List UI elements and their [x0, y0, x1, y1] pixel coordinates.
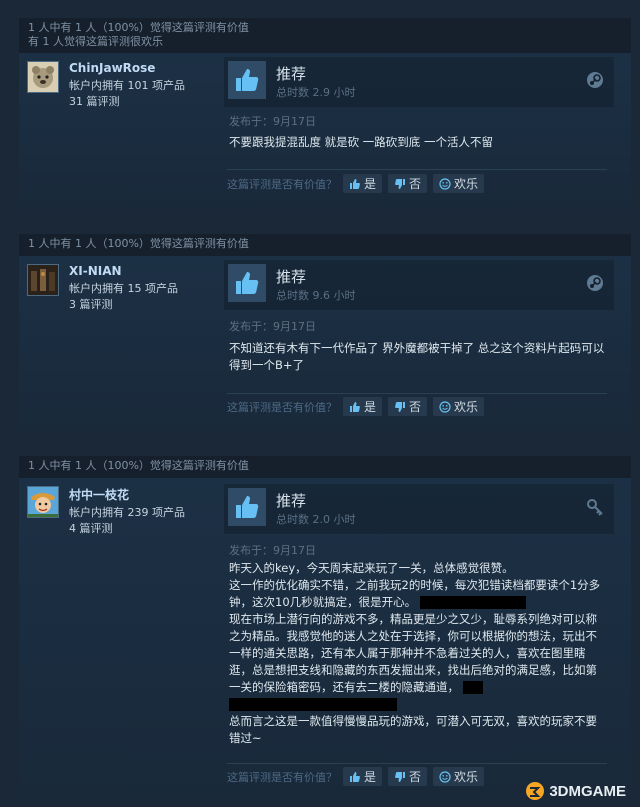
review-content: 不要跟我提混乱度 就是砍 一路砍到底 一个活人不留 — [229, 134, 605, 151]
thumbs-up-icon — [228, 264, 266, 302]
review-card: 1 人中有 1 人（100%）觉得这篇评测有价值 村中一枝花 帐户内拥有 239… — [19, 456, 631, 799]
thumbs-up-icon — [350, 401, 360, 412]
helpful-count-text: 1 人中有 1 人（100%）觉得这篇评测有价值 — [28, 459, 249, 472]
review-votes-header: 1 人中有 1 人（100%）觉得这篇评测有价值 — [19, 234, 631, 251]
vote-yes-label: 是 — [364, 770, 377, 784]
redacted-block — [419, 596, 526, 609]
3dm-logo-icon — [526, 782, 545, 800]
avatar[interactable] — [27, 486, 59, 518]
user-product-count[interactable]: 帐户内拥有 15 项产品 — [69, 280, 178, 296]
thumbs-up-icon — [350, 178, 360, 189]
helpful-vote-row: 这篇评测是否有价值？ 是 否 欢乐 — [227, 397, 485, 416]
recommendation-label: 推荐 — [276, 492, 307, 510]
vote-no-label: 否 — [409, 177, 422, 191]
user-product-count[interactable]: 帐户内拥有 239 项产品 — [69, 504, 185, 520]
divider — [227, 393, 607, 394]
thumbs-down-icon — [395, 771, 406, 782]
steam-icon — [587, 72, 603, 88]
review-text: 这一作的优化确实不错，之前我玩2的时候，每次犯错读档都要读个1分多钟，这次10几… — [229, 578, 601, 609]
vote-yes-label: 是 — [364, 400, 377, 414]
review-body: ChinJawRose 帐户内拥有 101 项产品 31 篇评测 推荐 总时数 … — [19, 53, 631, 210]
vote-funny-label: 欢乐 — [454, 770, 479, 784]
review-paragraph: 现在市场上潜行向的游戏不多，精品更是少之又少，耻辱系列绝对可以称之为精品。我感觉… — [229, 611, 605, 713]
user-name[interactable]: ChinJawRose — [69, 61, 155, 75]
avatar-image — [28, 62, 58, 92]
vote-yes-button[interactable]: 是 — [343, 767, 383, 786]
vote-no-button[interactable]: 否 — [388, 174, 428, 193]
vote-no-label: 否 — [409, 400, 422, 414]
smiley-icon — [439, 770, 451, 783]
vote-no-button[interactable]: 否 — [388, 397, 428, 416]
avatar-image — [28, 487, 58, 517]
vote-funny-button[interactable]: 欢乐 — [433, 397, 485, 416]
recommendation-panel[interactable]: 推荐 总时数 2.0 小时 — [224, 484, 614, 534]
user-product-count[interactable]: 帐户内拥有 101 项产品 — [69, 77, 185, 93]
playtime-hours: 总时数 9.6 小时 — [276, 289, 356, 302]
vote-yes-button[interactable]: 是 — [343, 174, 383, 193]
vote-funny-button[interactable]: 欢乐 — [433, 174, 485, 193]
vote-no-label: 否 — [409, 770, 422, 784]
review-paragraph: 昨天入的key，今天周末起来玩了一关，总体感觉很赞。 — [229, 561, 514, 575]
user-review-count[interactable]: 4 篇评测 — [69, 520, 113, 536]
watermark-text: 3DMGAME — [549, 782, 626, 800]
posted-date: 发布于：9月17日 — [229, 115, 316, 128]
steam-icon — [587, 275, 603, 291]
review-text: 现在市场上潜行向的游戏不多，精品更是少之又少，耻辱系列绝对可以称之为精品。我感觉… — [229, 612, 597, 694]
helpful-count-text: 1 人中有 1 人（100%）觉得这篇评测有价值 — [28, 21, 249, 34]
divider — [227, 763, 607, 764]
thumbs-up-icon — [228, 61, 266, 99]
posted-date: 发布于：9月17日 — [229, 320, 316, 333]
key-icon — [587, 499, 603, 516]
recommendation-label: 推荐 — [276, 268, 307, 286]
thumbs-up-icon — [228, 488, 266, 526]
avatar-image — [28, 265, 58, 295]
vote-yes-label: 是 — [364, 177, 377, 191]
playtime-hours: 总时数 2.0 小时 — [276, 513, 356, 526]
review-votes-header: 1 人中有 1 人（100%）觉得这篇评测有价值 有 1 人觉得这篇评测很欢乐 — [19, 18, 631, 49]
redacted-block — [462, 681, 483, 694]
review-paragraph: 总而言之这是一款值得慢慢品玩的游戏，可潜入可无双，喜欢的玩家不要错过~ — [229, 714, 597, 745]
review-card: 1 人中有 1 人（100%）觉得这篇评测有价值 有 1 人觉得这篇评测很欢乐 … — [19, 18, 631, 210]
thumbs-down-icon — [395, 401, 406, 412]
redacted-block — [229, 698, 397, 711]
helpful-count-text: 1 人中有 1 人（100%）觉得这篇评测有价值 — [28, 237, 249, 250]
playtime-hours: 总时数 2.9 小时 — [276, 86, 356, 99]
thumbs-down-icon — [395, 178, 406, 189]
vote-no-button[interactable]: 否 — [388, 767, 428, 786]
smiley-icon — [439, 400, 451, 413]
helpful-prompt: 这篇评测是否有价值？ — [227, 400, 337, 414]
user-review-count[interactable]: 31 篇评测 — [69, 93, 120, 109]
recommendation-panel[interactable]: 推荐 总时数 2.9 小时 — [224, 57, 614, 107]
avatar[interactable] — [27, 264, 59, 296]
divider — [227, 169, 607, 170]
vote-funny-label: 欢乐 — [454, 400, 479, 414]
user-name[interactable]: XI-NIAN — [69, 264, 122, 278]
review-votes-header: 1 人中有 1 人（100%）觉得这篇评测有价值 — [19, 456, 631, 473]
vote-funny-button[interactable]: 欢乐 — [433, 767, 485, 786]
review-card: 1 人中有 1 人（100%）觉得这篇评测有价值 XI-NIAN 帐户内拥有 1… — [19, 234, 631, 432]
user-review-count[interactable]: 3 篇评测 — [69, 296, 113, 312]
helpful-prompt: 这篇评测是否有价值？ — [227, 177, 337, 191]
review-body: 村中一枝花 帐户内拥有 239 项产品 4 篇评测 推荐 总时数 2.0 小时 … — [19, 478, 631, 799]
posted-date: 发布于：9月17日 — [229, 544, 316, 557]
avatar[interactable] — [27, 61, 59, 93]
review-content: 昨天入的key，今天周末起来玩了一关，总体感觉很赞。 这一作的优化确实不错，之前… — [229, 560, 605, 747]
review-body: XI-NIAN 帐户内拥有 15 项产品 3 篇评测 推荐 总时数 9.6 小时… — [19, 256, 631, 432]
funny-count-text: 有 1 人觉得这篇评测很欢乐 — [28, 35, 163, 48]
recommendation-panel[interactable]: 推荐 总时数 9.6 小时 — [224, 260, 614, 310]
review-paragraph: 不要跟我提混乱度 就是砍 一路砍到底 一个活人不留 — [229, 135, 493, 149]
review-paragraph: 不知道还有木有下一代作品了 界外魔都被干掉了 总之这个资料片起码可以得到一个B+… — [229, 341, 605, 372]
vote-funny-label: 欢乐 — [454, 177, 479, 191]
helpful-prompt: 这篇评测是否有价值？ — [227, 770, 337, 784]
site-watermark: 3DMGAME — [525, 781, 626, 801]
thumbs-up-icon — [350, 771, 360, 782]
review-paragraph: 这一作的优化确实不错，之前我玩2的时候，每次犯错读档都要读个1分多钟，这次10几… — [229, 577, 605, 611]
vote-yes-button[interactable]: 是 — [343, 397, 383, 416]
user-name[interactable]: 村中一枝花 — [69, 486, 129, 503]
helpful-vote-row: 这篇评测是否有价值？ 是 否 欢乐 — [227, 767, 485, 786]
review-content: 不知道还有木有下一代作品了 界外魔都被干掉了 总之这个资料片起码可以得到一个B+… — [229, 340, 605, 374]
helpful-vote-row: 这篇评测是否有价值？ 是 否 欢乐 — [227, 174, 485, 193]
recommendation-label: 推荐 — [276, 65, 307, 83]
smiley-icon — [439, 177, 451, 190]
